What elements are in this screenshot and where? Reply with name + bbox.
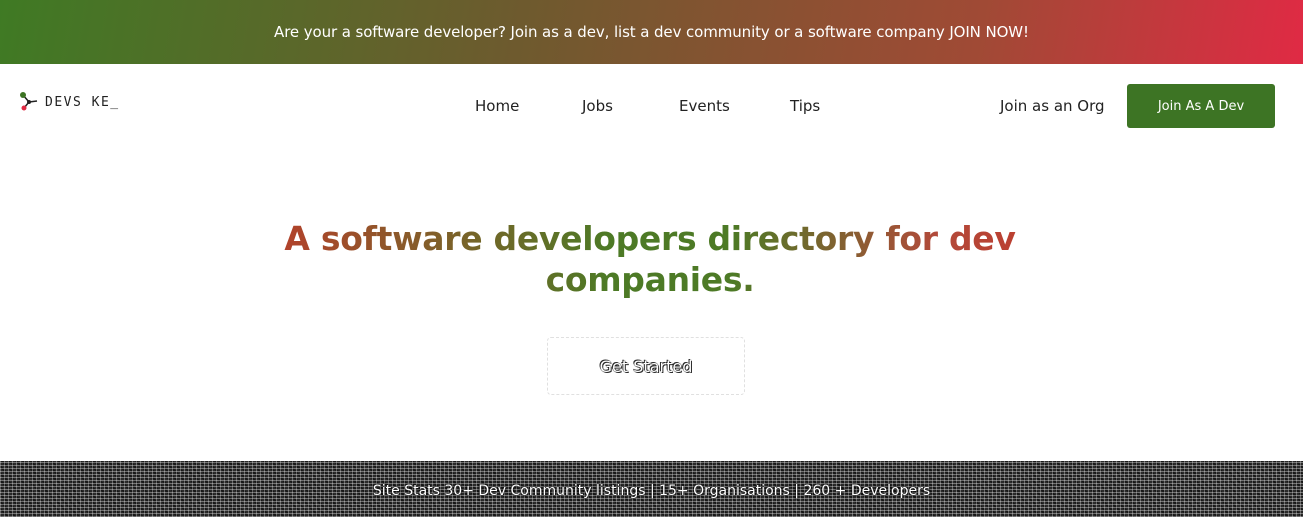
nav-events[interactable]: Events — [679, 97, 730, 115]
nav-jobs[interactable]: Jobs — [582, 97, 613, 115]
hero-title-line-2: companies. — [545, 260, 755, 299]
nav-tips[interactable]: Tips — [790, 97, 820, 115]
announcement-bar[interactable]: Are your a software developer? Join as a… — [0, 0, 1303, 64]
nav-home[interactable]: Home — [475, 97, 519, 115]
announcement-text[interactable]: Are your a software developer? Join as a… — [274, 23, 1029, 41]
navbar: DEVS KE_ Home Jobs Events Tips Join as a… — [0, 64, 1303, 150]
hero-title: A software developers directory for dev … — [240, 218, 1060, 300]
get-started-button[interactable]: Get Started — [547, 337, 745, 395]
brand-name: DEVS KE_ — [45, 94, 120, 110]
network-nodes-icon — [20, 92, 38, 111]
site-stats-text: Site Stats 30+ Dev Community listings | … — [372, 483, 931, 499]
site-stats-bar: Site Stats 30+ Dev Community listings | … — [0, 461, 1303, 517]
join-org-link[interactable]: Join as an Org — [1000, 97, 1105, 115]
brand-logo[interactable]: DEVS KE_ — [19, 91, 120, 113]
hero-title-line-1: A software developers directory for dev — [284, 219, 1016, 258]
join-dev-button[interactable]: Join As A Dev — [1127, 84, 1275, 128]
